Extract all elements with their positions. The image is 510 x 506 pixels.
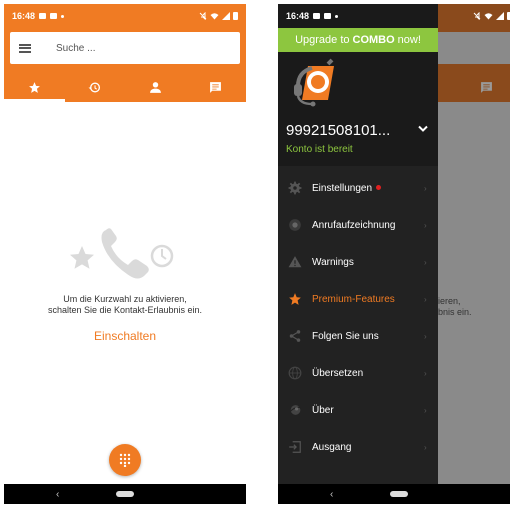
chevron-right-icon: › — [424, 442, 427, 452]
status-time: 16:48 — [12, 11, 36, 21]
search-bar[interactable]: Suche ... — [10, 32, 240, 64]
dot-icon — [61, 14, 65, 18]
menu-item-ueber[interactable]: Über › — [278, 392, 438, 428]
chevron-right-icon: › — [424, 183, 427, 193]
record-icon — [289, 219, 301, 231]
dialpad-button[interactable] — [109, 444, 141, 476]
drawer-status-bar: 16:48 — [278, 4, 438, 28]
history-icon — [88, 81, 101, 93]
notification-badge — [376, 185, 382, 191]
notification-icon — [313, 13, 321, 19]
enable-permission-link[interactable]: Einschalten — [4, 329, 246, 343]
account-number[interactable]: 99921508101... — [286, 122, 426, 139]
empty-state-text: Um die Kurzwahl zu aktivieren, schalten … — [47, 294, 203, 315]
app-logo-icon — [294, 58, 334, 107]
back-icon[interactable]: ‹ — [56, 489, 59, 500]
exit-icon — [289, 441, 301, 453]
upgrade-banner[interactable]: Upgrade to COMBO now! — [278, 28, 438, 52]
about-icon — [289, 405, 302, 415]
chevron-down-icon[interactable] — [418, 125, 428, 133]
battery-icon — [233, 12, 238, 20]
home-pill-icon[interactable] — [390, 491, 408, 497]
mute-icon — [199, 12, 207, 20]
status-bar: 16:48 — [4, 4, 246, 28]
notification-icon — [39, 13, 47, 19]
chevron-right-icon: › — [424, 368, 427, 378]
menu-item-premium-features[interactable]: Premium-Features › — [278, 281, 438, 317]
right-screen: ieren, bnis ein. 16:48 16:48 Up — [278, 4, 510, 504]
chevron-right-icon: › — [424, 294, 427, 304]
dot-icon — [335, 14, 339, 18]
drawer-menu: Einstellungen › Anrufaufzeichnung › Warn… — [278, 166, 438, 484]
star-icon — [28, 81, 40, 93]
home-pill-icon[interactable] — [116, 491, 134, 497]
dialpad-icon — [119, 453, 131, 467]
menu-item-warnings[interactable]: Warnings › — [278, 244, 438, 280]
left-screen: 16:48 Suche ... Um die Kurzwahl zu aktiv… — [4, 4, 246, 504]
wifi-icon — [210, 13, 219, 20]
globe-icon — [288, 366, 302, 380]
status-time: 16:48 — [286, 11, 310, 21]
tab-history[interactable] — [65, 72, 126, 102]
chevron-right-icon: › — [424, 405, 427, 415]
mute-icon — [473, 12, 481, 20]
menu-item-folgen-sie-uns[interactable]: Folgen Sie uns › — [278, 318, 438, 354]
search-input[interactable]: Suche ... — [56, 43, 95, 54]
notification-icon-2 — [50, 13, 58, 19]
warning-icon — [288, 256, 302, 268]
chevron-right-icon: › — [424, 257, 427, 267]
notification-icon-2 — [324, 13, 332, 19]
menu-item-ausgang[interactable]: Ausgang › — [278, 429, 438, 465]
chevron-right-icon: › — [424, 331, 427, 341]
menu-item-uebersetzen[interactable]: Übersetzen › — [278, 355, 438, 391]
chevron-right-icon: › — [424, 220, 427, 230]
share-icon — [289, 330, 301, 342]
gear-icon — [288, 181, 302, 195]
chat-icon — [481, 82, 492, 93]
star-icon — [289, 293, 301, 305]
system-nav-bar: ‹ — [4, 484, 246, 504]
back-icon[interactable]: ‹ — [330, 489, 333, 500]
menu-icon[interactable] — [19, 43, 31, 53]
person-icon — [149, 81, 161, 93]
tab-favorites[interactable] — [4, 72, 65, 102]
menu-item-einstellungen[interactable]: Einstellungen › — [278, 170, 438, 206]
tab-contacts[interactable] — [125, 72, 186, 102]
signal-icon — [222, 12, 230, 20]
dimmed-empty-text: ieren, bnis ein. — [438, 296, 472, 317]
chat-icon — [210, 81, 222, 93]
navigation-drawer: 16:48 Upgrade to COMBO now! 99921508101.… — [278, 4, 438, 484]
signal-icon — [496, 12, 504, 20]
tab-messages[interactable] — [186, 72, 247, 102]
wifi-icon — [484, 13, 493, 20]
menu-item-anrufaufzeichnung[interactable]: Anrufaufzeichnung › — [278, 207, 438, 243]
account-status: Konto ist bereit — [286, 144, 353, 155]
system-nav-bar: ‹ — [278, 484, 510, 504]
tab-bar — [4, 72, 246, 102]
speed-dial-illustration-icon — [70, 228, 174, 279]
